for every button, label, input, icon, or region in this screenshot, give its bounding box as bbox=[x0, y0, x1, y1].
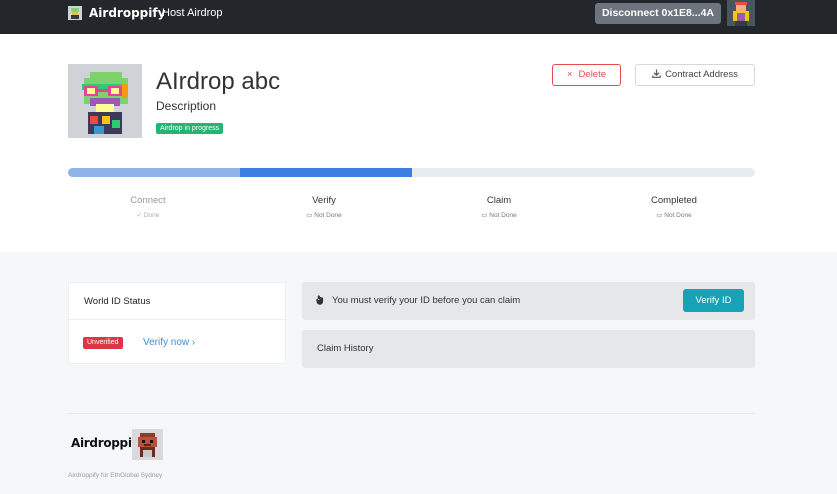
step-name: Connect bbox=[130, 195, 166, 206]
verify-id-button[interactable]: Verify ID bbox=[683, 289, 744, 312]
step-verify: Verify ▭ Not Done bbox=[264, 195, 384, 220]
footer-note: Airdroppify for EthGlobal Sydney bbox=[68, 472, 163, 479]
alert-message: You must verify your ID before you can c… bbox=[332, 295, 521, 306]
hand-icon bbox=[316, 295, 324, 305]
airdrop-description: Description bbox=[156, 99, 217, 113]
step-status: ▭ Not Done bbox=[481, 212, 517, 219]
step-connect: Connect ✓ Done bbox=[88, 195, 208, 220]
step-name: Claim bbox=[486, 195, 512, 206]
footer-nft-image bbox=[132, 429, 163, 460]
world-id-title: World ID Status bbox=[69, 283, 285, 320]
brand-name[interactable]: Airdroppify bbox=[89, 5, 165, 21]
calendar-icon: ▭ bbox=[656, 212, 663, 219]
unverified-badge: Unverified bbox=[83, 337, 123, 349]
check-icon: ✓ bbox=[136, 212, 143, 219]
contract-address-label: Contract Address bbox=[665, 69, 738, 80]
verify-alert: You must verify your ID before you can c… bbox=[302, 282, 755, 320]
step-completed: Completed ▭ Not Done bbox=[614, 195, 734, 220]
step-claim: Claim ▭ Not Done bbox=[439, 195, 559, 220]
step-name: Verify bbox=[312, 195, 336, 206]
airdrop-avatar bbox=[68, 64, 142, 138]
progress-fill-current bbox=[239, 168, 412, 177]
world-id-card: World ID Status Unverified Verify now › bbox=[68, 282, 286, 364]
footer-divider bbox=[68, 413, 755, 414]
close-icon: × bbox=[566, 69, 573, 80]
progress-bar bbox=[68, 168, 755, 177]
step-status: ▭ Not Done bbox=[306, 212, 342, 219]
verify-now-link[interactable]: Verify now › bbox=[143, 336, 195, 350]
contract-address-button[interactable]: Contract Address bbox=[635, 64, 755, 86]
step-status: ▭ Not Done bbox=[656, 212, 692, 219]
disconnect-wallet-button[interactable]: Disconnect 0x1E8...4A bbox=[595, 3, 721, 24]
delete-button[interactable]: × Delete bbox=[552, 64, 621, 86]
delete-label: Delete bbox=[578, 69, 607, 80]
download-icon bbox=[652, 69, 661, 78]
progress-fill-done bbox=[68, 168, 240, 177]
airdrop-header-section: AIrdrop abc Description Airdrop in progr… bbox=[0, 34, 837, 252]
airdrop-status-badge: Airdrop in progress bbox=[156, 123, 224, 134]
step-status: ✓ Done bbox=[136, 212, 160, 219]
airdroppify-logo-icon[interactable] bbox=[68, 6, 82, 20]
host-airdrop-link[interactable]: Host Airdrop bbox=[162, 6, 223, 20]
airdrop-title: AIrdrop abc bbox=[156, 68, 281, 95]
calendar-icon: ▭ bbox=[481, 212, 488, 219]
claim-history-panel[interactable]: Claim History bbox=[302, 330, 755, 368]
step-name: Completed bbox=[651, 195, 697, 206]
top-navbar: Airdroppify Host Airdrop Disconnect 0x1E… bbox=[0, 0, 837, 34]
calendar-icon: ▭ bbox=[306, 212, 313, 219]
user-avatar[interactable] bbox=[727, 0, 755, 26]
